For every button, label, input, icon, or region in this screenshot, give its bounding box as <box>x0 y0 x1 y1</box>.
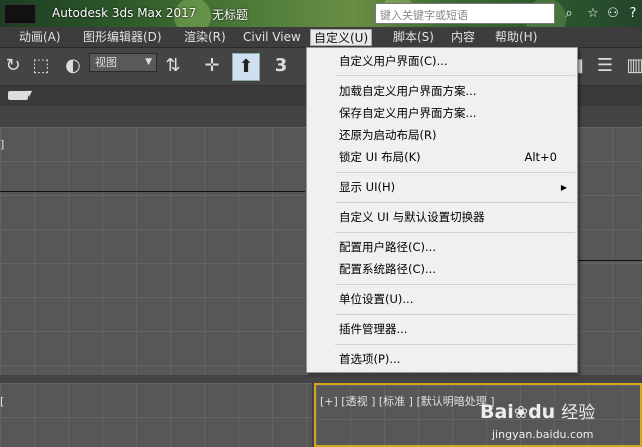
grid-axis-line <box>578 260 642 261</box>
menu-separator <box>335 284 575 285</box>
menu-separator <box>335 344 575 345</box>
shortcut-label: Alt+0 <box>524 150 557 164</box>
3ds-max-window: Autodesk 3ds Max 2017 无标题 ⌕ ☆ ⚇ ? 动画(A) … <box>0 0 642 447</box>
chevron-down-icon: ▼ <box>26 89 33 98</box>
search-box[interactable] <box>375 3 555 25</box>
menu-item-plugin-manager[interactable]: 插件管理器... <box>307 319 577 340</box>
watermark-brand: Bai <box>480 401 514 423</box>
menu-content[interactable]: 内容 <box>448 29 478 46</box>
reference-coordinate-select[interactable]: 视图 ▼ <box>89 53 157 72</box>
binoculars-icon[interactable]: ⌕ <box>560 5 578 23</box>
menu-scripting[interactable]: 脚本(S) <box>390 29 437 46</box>
grid-axis-line <box>0 191 305 192</box>
layer-icon[interactable]: ▥ <box>622 53 642 79</box>
user-icon[interactable]: ⚇ <box>604 5 622 23</box>
customize-dropdown-menu: 自定义用户界面(C)... 加载自定义用户界面方案... 保存自定义用户界面方案… <box>306 47 578 373</box>
title-bar: Autodesk 3ds Max 2017 无标题 ⌕ ☆ ⚇ ? <box>0 0 642 27</box>
menu-item-revert-startup-layout[interactable]: 还原为启动布局(R) <box>307 125 577 146</box>
star-icon[interactable]: ☆ <box>584 5 602 23</box>
undo-icon[interactable]: ↻ <box>0 53 26 79</box>
menu-separator <box>335 232 575 233</box>
menu-graph-editors[interactable]: 图形编辑器(D) <box>80 29 165 46</box>
menu-item-show-ui[interactable]: 显示 UI(H) ▶ <box>307 177 577 198</box>
menu-rendering[interactable]: 渲染(R) <box>181 29 229 46</box>
menu-customize[interactable]: 自定义(U) <box>310 29 373 46</box>
reference-coordinate-value: 视图 <box>95 56 117 69</box>
watermark-jingyan: 经验 <box>561 403 596 423</box>
menu-separator <box>335 172 575 173</box>
menu-civil-view[interactable]: Civil View <box>240 29 304 46</box>
menu-item-lock-ui-layout[interactable]: 锁定 UI 布局(K) Alt+0 <box>307 147 577 168</box>
viewport-top-label[interactable]: ] <box>0 138 4 151</box>
select-region-icon[interactable]: ⬚ <box>28 53 54 79</box>
menu-item-ui-defaults-switcher[interactable]: 自定义 UI 与默认设置切换器 <box>307 207 577 228</box>
menu-item-configure-user-paths[interactable]: 配置用户路径(C)... <box>307 237 577 258</box>
app-title: Autodesk 3ds Max 2017 <box>52 6 197 20</box>
viewport-separator <box>0 375 642 383</box>
select-manipulate-icon[interactable]: ⬆ <box>232 53 260 81</box>
menu-item-save-ui-scheme[interactable]: 保存自定义用户界面方案... <box>307 103 577 124</box>
menu-item-load-ui-scheme[interactable]: 加载自定义用户界面方案... <box>307 81 577 102</box>
search-input[interactable] <box>376 6 554 25</box>
menu-item-units-setup[interactable]: 单位设置(U)... <box>307 289 577 310</box>
menu-item-configure-system-paths[interactable]: 配置系统路径(C)... <box>307 259 577 280</box>
menu-separator <box>335 75 575 76</box>
menu-item-preferences[interactable]: 首选项(P)... <box>307 349 577 370</box>
viewport-left-label[interactable]: [ <box>0 395 4 408</box>
menu-separator <box>335 314 575 315</box>
help-icon[interactable]: ? <box>624 5 642 23</box>
menu-item-customize-ui[interactable]: 自定义用户界面(C)... <box>307 51 577 72</box>
ribbon-toggle-button[interactable] <box>8 91 28 100</box>
align-icon[interactable]: ☰ <box>592 53 618 79</box>
app-logo-icon[interactable] <box>4 4 36 24</box>
snaps-toggle-icon[interactable]: 3 <box>268 53 294 79</box>
menu-bar: 动画(A) 图形编辑器(D) 渲染(R) Civil View 自定义(U) 脚… <box>0 27 642 48</box>
watermark-brand2: du <box>528 401 556 423</box>
move-icon[interactable]: ✛ <box>199 53 225 79</box>
menu-separator <box>335 202 575 203</box>
baidu-watermark: Bai❀du 经验 <box>480 398 595 423</box>
watermark-url: jingyan.baidu.com <box>492 428 594 441</box>
submenu-arrow-icon: ▶ <box>560 183 567 192</box>
chevron-down-icon: ▼ <box>145 57 152 67</box>
viewport-left[interactable] <box>0 383 312 447</box>
window-crossing-icon[interactable]: ◐ <box>60 53 86 79</box>
menu-animation[interactable]: 动画(A) <box>16 29 64 46</box>
menu-help[interactable]: 帮助(H) <box>492 29 540 46</box>
document-title: 无标题 <box>212 8 249 22</box>
pivot-center-icon[interactable]: ⇅ <box>160 53 186 79</box>
viewport-perspective-label[interactable]: [+] [透视 ] [标准 ] [默认明暗处理 ] <box>320 393 495 409</box>
paw-icon: ❀ <box>513 403 529 423</box>
